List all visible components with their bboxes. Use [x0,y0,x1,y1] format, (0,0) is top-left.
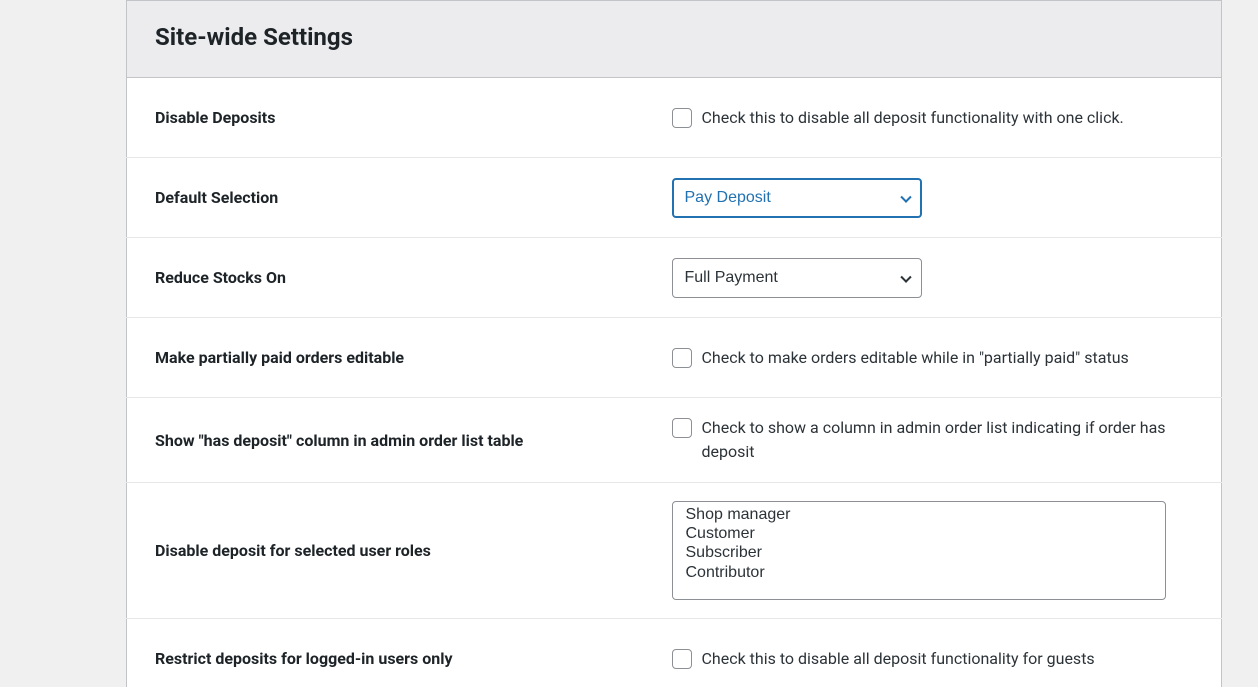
label-default-selection: Default Selection [127,158,672,238]
settings-table: Disable Deposits Check this to disable a… [126,77,1222,687]
checkbox-wrap-restrict-logged-in[interactable]: Check this to disable all deposit functi… [672,647,1194,671]
select-reduce-stocks[interactable]: Full Payment [672,258,922,298]
checkbox-has-deposit[interactable] [672,418,692,438]
checkbox-disable-deposits[interactable] [672,108,692,128]
row-restrict-logged-in: Restrict deposits for logged-in users on… [127,619,1222,687]
label-reduce-stocks: Reduce Stocks On [127,238,672,318]
checkbox-restrict-logged-in[interactable] [672,649,692,669]
row-default-selection: Default Selection Pay Deposit [127,158,1222,238]
option-contributor[interactable]: Contributor [673,564,1165,583]
desc-restrict-logged-in: Check this to disable all deposit functi… [702,647,1095,671]
section-title: Site-wide Settings [155,23,1193,51]
checkbox-wrap-disable-deposits[interactable]: Check this to disable all deposit functi… [672,106,1194,130]
checkbox-partially-paid[interactable] [672,348,692,368]
label-restrict-logged-in: Restrict deposits for logged-in users on… [127,619,672,687]
select-wrap-reduce-stocks: Full Payment [672,258,922,298]
desc-has-deposit: Check to show a column in admin order li… [702,416,1194,464]
row-disable-deposits: Disable Deposits Check this to disable a… [127,78,1222,158]
row-reduce-stocks: Reduce Stocks On Full Payment [127,238,1222,318]
checkbox-wrap-has-deposit[interactable]: Check to show a column in admin order li… [672,416,1194,464]
row-disable-roles: Disable deposit for selected user roles … [127,483,1222,619]
section-header: Site-wide Settings [126,0,1222,77]
settings-page: Site-wide Settings Disable Deposits Chec… [0,0,1258,687]
label-disable-roles: Disable deposit for selected user roles [127,483,672,619]
label-has-deposit-column: Show "has deposit" column in admin order… [127,398,672,483]
desc-partially-paid: Check to make orders editable while in "… [702,346,1129,370]
label-partially-paid-editable: Make partially paid orders editable [127,318,672,398]
row-has-deposit-column: Show "has deposit" column in admin order… [127,398,1222,483]
row-partially-paid-editable: Make partially paid orders editable Chec… [127,318,1222,398]
label-disable-deposits: Disable Deposits [127,78,672,158]
option-shop-manager[interactable]: Shop manager [673,506,1165,525]
desc-disable-deposits: Check this to disable all deposit functi… [702,106,1124,130]
select-wrap-default-selection: Pay Deposit [672,178,922,218]
option-subscriber[interactable]: Subscriber [673,544,1165,563]
multiselect-disable-roles[interactable]: Shop manager Customer Subscriber Contrib… [672,501,1166,600]
select-default-selection[interactable]: Pay Deposit [672,178,922,218]
option-customer[interactable]: Customer [673,525,1165,544]
checkbox-wrap-partially-paid[interactable]: Check to make orders editable while in "… [672,346,1194,370]
